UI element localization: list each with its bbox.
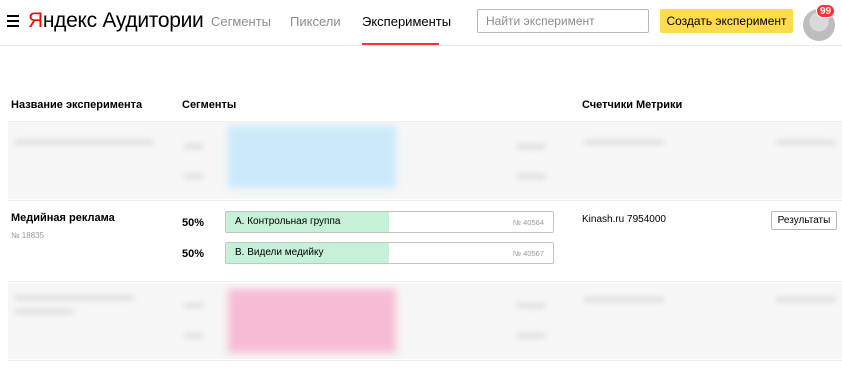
results-button[interactable]: Результаты (771, 211, 837, 230)
segment-label: А. Контрольная группа (235, 216, 341, 227)
row-divider (8, 360, 842, 361)
blurred-number (516, 333, 546, 338)
app-header: Яндекс Аудитории Сегменты Пиксели Экспер… (0, 0, 842, 46)
nav-segments[interactable]: Сегменты (211, 14, 271, 29)
menu-icon[interactable] (7, 15, 19, 27)
metrika-counter[interactable]: Kinash.ru 7954000 (582, 214, 666, 225)
blurred-counter (584, 297, 664, 302)
segment-saw-media[interactable]: В. Видели медийку № 40567 (225, 242, 554, 264)
notifications-badge: 99 (816, 4, 836, 18)
segment-control-group[interactable]: А. Контрольная группа № 40564 (225, 211, 554, 233)
app-logo[interactable]: Яндекс Аудитории (28, 8, 204, 34)
logo-product: Аудитории (102, 9, 204, 32)
segment-number: № 40567 (513, 249, 544, 258)
row-divider (8, 281, 842, 282)
blurred-segment-bar (228, 126, 396, 188)
segment-percent: 50% (182, 248, 205, 260)
blurred-percent (184, 144, 204, 149)
row-divider (8, 200, 842, 201)
nav-pixels[interactable]: Пиксели (290, 14, 341, 29)
experiment-id: № 18835 (11, 231, 45, 240)
experiment-name[interactable]: Медийная реклама (11, 212, 115, 224)
blurred-button (776, 140, 836, 145)
column-header-segments: Сегменты (182, 99, 237, 111)
blurred-name (14, 140, 154, 145)
create-experiment-button[interactable]: Создать эксперимент (660, 9, 793, 33)
blurred-percent (184, 174, 204, 179)
blurred-segment-bar (228, 289, 396, 353)
segment-percent: 50% (182, 217, 205, 229)
blurred-number (516, 174, 546, 179)
segment-number: № 40564 (513, 218, 544, 227)
column-header-name: Название эксперимента (11, 99, 143, 111)
blurred-percent (184, 303, 204, 308)
blurred-number (516, 144, 546, 149)
blurred-name (14, 295, 134, 300)
blurred-name (14, 309, 74, 314)
blurred-percent (184, 333, 204, 338)
blurred-table-row (8, 283, 842, 359)
column-header-counters: Счетчики Метрики (582, 99, 683, 111)
segment-label: В. Видели медийку (235, 247, 324, 258)
blurred-number (516, 303, 546, 308)
logo-brand: Яндекс (28, 9, 97, 32)
blurred-table-row (8, 121, 842, 199)
blurred-button (776, 297, 836, 302)
search-input[interactable] (477, 9, 649, 33)
nav-experiments[interactable]: Эксперименты (362, 14, 451, 29)
active-tab-indicator (362, 43, 439, 45)
blurred-counter (584, 140, 664, 145)
